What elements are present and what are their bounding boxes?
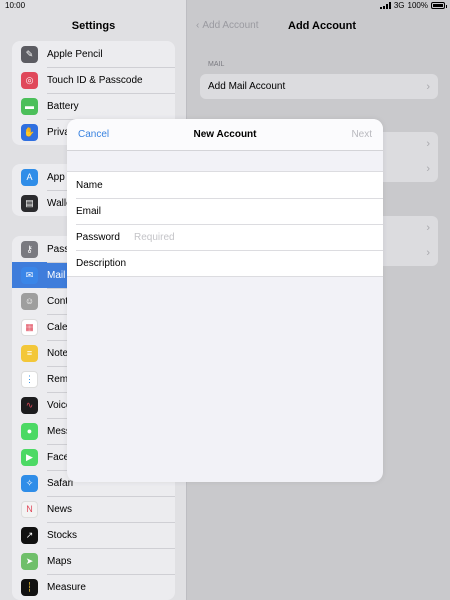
sheet-header: Cancel New Account Next bbox=[67, 119, 383, 151]
name-label: Name bbox=[76, 179, 103, 191]
next-button[interactable]: Next bbox=[351, 129, 372, 140]
add-mail-account-row[interactable]: Add Mail Account › bbox=[200, 74, 438, 99]
sidebar-item-label: Apple Pencil bbox=[47, 48, 103, 60]
contacts-icon: ☺ bbox=[21, 292, 38, 310]
sidebar-item-label: Touch ID & Passcode bbox=[47, 74, 143, 86]
sidebar-item-news[interactable]: N News bbox=[12, 496, 175, 522]
notes-icon: ≡ bbox=[21, 344, 38, 362]
back-button[interactable]: ‹ Add Account bbox=[196, 20, 259, 31]
safari-icon: ✧ bbox=[21, 474, 38, 492]
sheet-title: New Account bbox=[193, 129, 257, 140]
new-account-sheet: Cancel New Account Next Name Email Passw… bbox=[67, 119, 383, 482]
back-button-label: Add Account bbox=[202, 20, 259, 31]
chevron-right-icon: › bbox=[426, 247, 430, 259]
mail-section-header: MAIL bbox=[208, 61, 225, 68]
stocks-icon: ↗ bbox=[21, 526, 38, 544]
description-field[interactable] bbox=[134, 250, 383, 276]
pencil-icon: ✎ bbox=[21, 45, 38, 63]
sidebar-item-maps[interactable]: ➤ Maps bbox=[12, 548, 175, 574]
password-row: Password bbox=[67, 224, 383, 250]
battery-percent: 100% bbox=[407, 1, 428, 10]
battery-status-icon bbox=[431, 2, 447, 9]
facetime-icon: ▶ bbox=[21, 448, 38, 466]
news-icon: N bbox=[21, 500, 38, 518]
add-mail-account-label: Add Mail Account bbox=[208, 81, 286, 92]
sidebar-item-label: Stocks bbox=[47, 529, 78, 541]
key-icon: ⚷ bbox=[21, 240, 38, 258]
password-field[interactable] bbox=[134, 224, 383, 250]
sidebar-item-touch-id[interactable]: ◎ Touch ID & Passcode bbox=[12, 67, 175, 93]
fingerprint-icon: ◎ bbox=[21, 71, 38, 89]
sidebar-item-measure[interactable]: ┆ Measure bbox=[12, 574, 175, 600]
sidebar-title: Settings bbox=[71, 20, 116, 32]
calendar-icon: ▦ bbox=[21, 318, 38, 336]
password-label: Password bbox=[76, 231, 120, 243]
battery-icon: ▬ bbox=[21, 97, 38, 115]
chevron-right-icon: › bbox=[426, 222, 430, 234]
status-bar: 10:00 3G 100% bbox=[0, 0, 450, 12]
sidebar-item-stocks[interactable]: ↗ Stocks bbox=[12, 522, 175, 548]
reminders-icon: ⋮ bbox=[21, 370, 38, 388]
signal-icon bbox=[379, 2, 391, 9]
mail-icon: ✉ bbox=[21, 266, 38, 284]
chevron-left-icon: ‹ bbox=[196, 20, 200, 31]
description-label: Description bbox=[76, 257, 127, 269]
measure-icon: ┆ bbox=[21, 578, 38, 596]
voice-memos-icon: ∿ bbox=[21, 396, 38, 414]
wallet-icon: ▤ bbox=[21, 194, 38, 212]
maps-icon: ➤ bbox=[21, 552, 38, 570]
sidebar-item-label: Measure bbox=[47, 581, 86, 593]
detail-title: Add Account bbox=[288, 20, 357, 32]
name-row: Name bbox=[67, 172, 383, 198]
sidebar-item-label: Maps bbox=[47, 555, 72, 567]
sidebar-item-battery[interactable]: ▬ Battery bbox=[12, 93, 175, 119]
messages-icon: ● bbox=[21, 422, 38, 440]
chevron-right-icon: › bbox=[426, 138, 430, 150]
email-label: Email bbox=[76, 205, 102, 217]
appstore-icon: A bbox=[21, 168, 38, 186]
status-time: 10:00 bbox=[5, 1, 26, 10]
sidebar-item-apple-pencil[interactable]: ✎ Apple Pencil bbox=[12, 41, 175, 67]
chevron-right-icon: › bbox=[426, 163, 430, 175]
account-form: Name Email Password Description bbox=[67, 171, 383, 277]
chevron-right-icon: › bbox=[426, 80, 430, 93]
sidebar-item-label: Battery bbox=[47, 100, 79, 112]
network-label: 3G bbox=[393, 1, 405, 10]
sidebar-item-label: News bbox=[47, 503, 73, 515]
hand-icon: ✋ bbox=[21, 123, 38, 141]
name-field[interactable] bbox=[134, 172, 383, 198]
status-indicators: 3G 100% bbox=[379, 1, 447, 10]
description-row: Description bbox=[67, 250, 383, 276]
email-field[interactable] bbox=[134, 198, 383, 224]
sidebar-item-label: Mail bbox=[47, 269, 66, 281]
email-row: Email bbox=[67, 198, 383, 224]
